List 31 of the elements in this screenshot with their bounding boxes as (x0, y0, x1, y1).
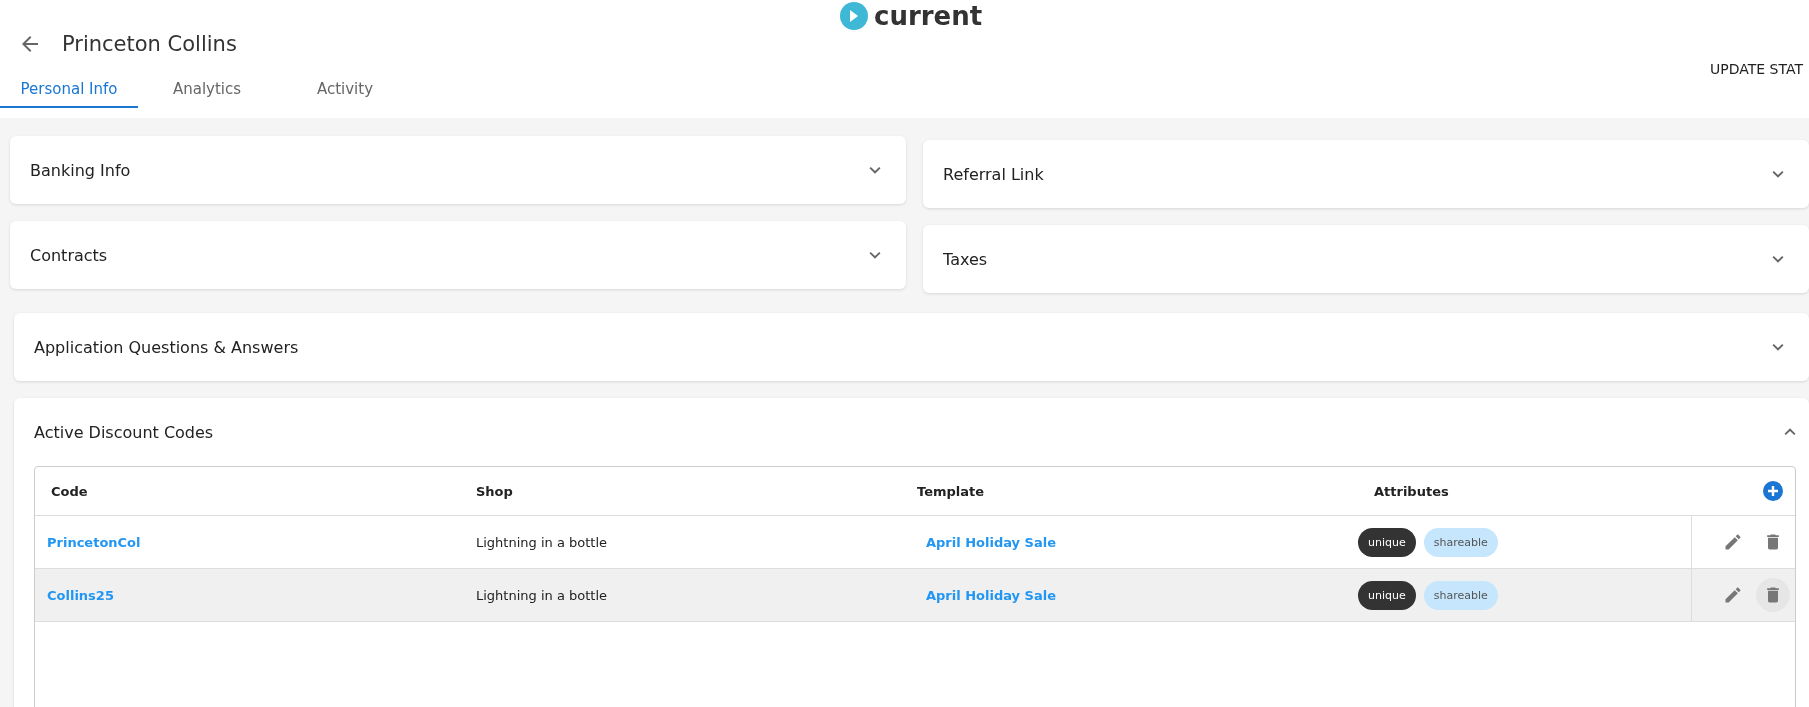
column-header: Template (916, 483, 986, 499)
column-header: Shop (475, 483, 514, 499)
attribute-tag: shareable (1423, 527, 1498, 557)
attribute-tag: unique (1358, 527, 1416, 557)
tab[interactable]: Analytics (138, 74, 276, 108)
tab[interactable]: Activity (276, 74, 414, 108)
section-title: Application Questions & Answers (34, 337, 299, 357)
attribute-tag: unique (1358, 580, 1416, 610)
update-status-button[interactable]: UPDATE STAT (1710, 61, 1803, 77)
tab[interactable]: Personal Info (0, 74, 138, 108)
shop-name: Lightning in a bottle (475, 587, 608, 603)
edit-icon[interactable] (1723, 532, 1743, 552)
table-row[interactable]: Collins25 Lightning in a bottle April Holiday Sale unique shareable (35, 569, 1795, 622)
section-title: Contracts (30, 245, 108, 265)
page-title: Princeton Collins (62, 32, 237, 56)
logo-text: current (874, 1, 983, 31)
section-card[interactable]: Banking Info (10, 136, 906, 204)
section-card[interactable]: Contracts (10, 221, 906, 289)
column-header: Attributes (1373, 483, 1450, 499)
section-card[interactable]: Taxes (923, 225, 1809, 293)
edit-icon[interactable] (1723, 585, 1743, 605)
section-title: Active Discount Codes (34, 422, 214, 442)
attribute-tag: shareable (1423, 580, 1498, 610)
section-title: Banking Info (30, 160, 131, 180)
section-title: Taxes (943, 249, 988, 269)
section-title: Referral Link (943, 164, 1044, 184)
section-card[interactable]: Referral Link (923, 140, 1809, 208)
section-card[interactable]: Application Questions & Answers (14, 313, 1809, 381)
column-header: Code (50, 483, 89, 499)
shop-name: Lightning in a bottle (475, 534, 608, 550)
add-icon[interactable] (1763, 481, 1783, 501)
